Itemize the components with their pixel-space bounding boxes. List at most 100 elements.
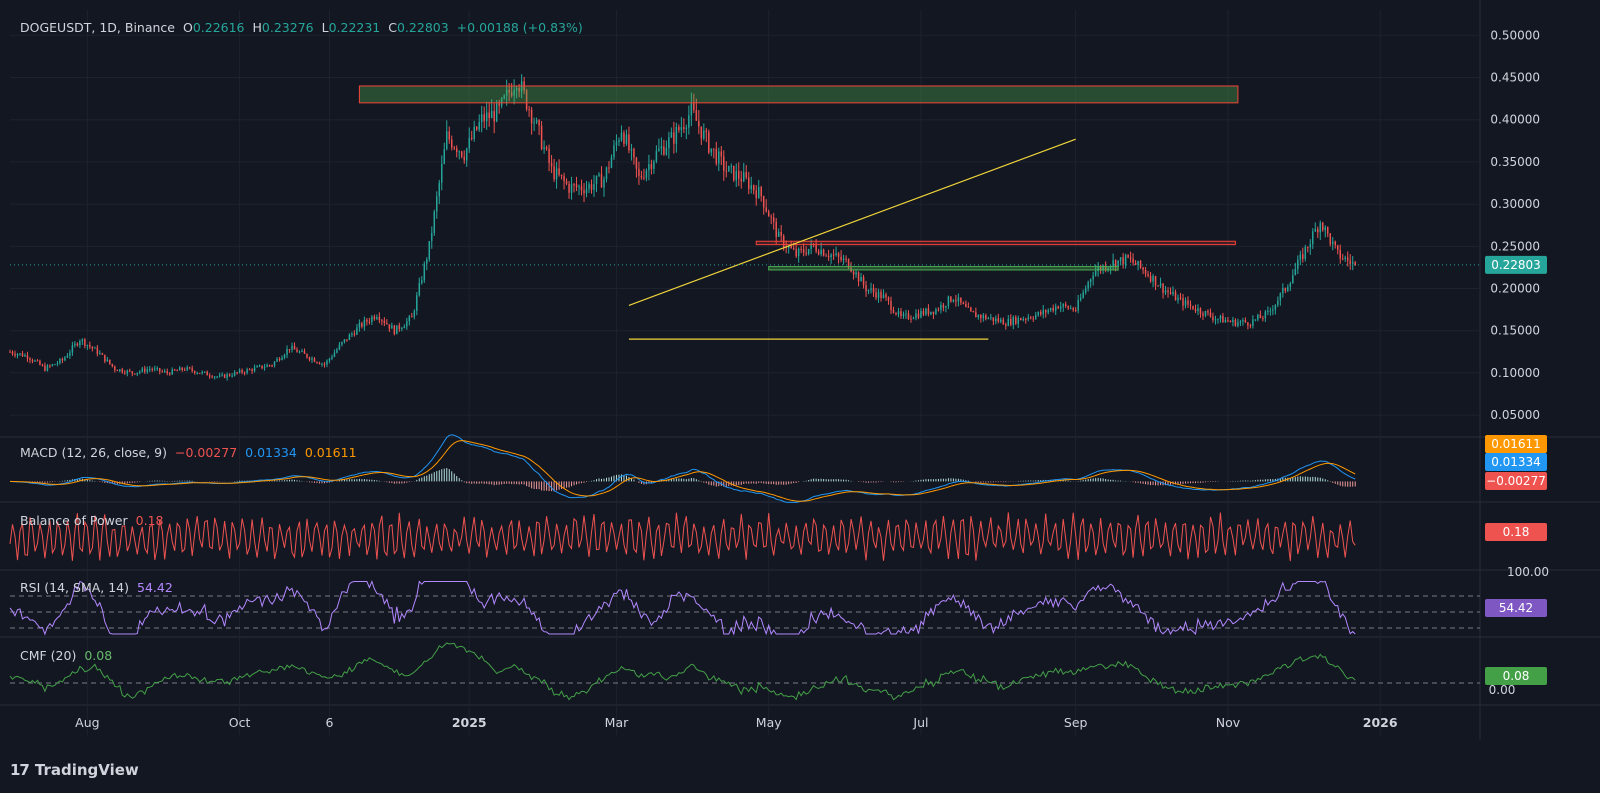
candle-body: [910, 318, 912, 320]
candle-body: [927, 308, 930, 315]
candle-body: [173, 369, 176, 371]
candle-body: [246, 369, 248, 373]
brand-footer[interactable]: 17 TradingView: [10, 761, 139, 779]
candle-body: [558, 168, 560, 175]
rsi-value: 54.42: [137, 580, 173, 595]
macd-legend[interactable]: MACD (12, 26, close, 9) −0.00277 0.01334…: [20, 445, 361, 461]
candle-body: [945, 306, 947, 308]
candle-body: [643, 177, 645, 179]
rsi-line: [9, 580, 1356, 636]
chart-canvas[interactable]: 0.50000 0.45000 0.40000 0.35000 0.30000 0.250…: [0, 0, 1600, 793]
candle-body: [688, 115, 690, 128]
candle-body: [815, 245, 817, 252]
candle-body: [752, 185, 755, 191]
candle-body: [730, 165, 733, 167]
candle-body: [483, 114, 485, 122]
candle-body: [615, 141, 618, 146]
candle-body: [71, 345, 74, 353]
candle-body: [431, 232, 433, 242]
candle-body: [368, 321, 371, 323]
candle-body: [568, 183, 570, 193]
candle-body: [1289, 283, 1292, 287]
candle-body: [1147, 273, 1149, 277]
candle-body: [690, 102, 693, 116]
cmf-legend[interactable]: CMF (20) 0.08: [20, 648, 116, 664]
candle-body: [800, 248, 802, 250]
macd-hist-badge-text: −0.00277: [1486, 474, 1546, 488]
candle-body: [535, 120, 538, 123]
candle-body: [396, 325, 398, 335]
candle-body: [31, 359, 34, 362]
bop-badge-text: 0.18: [1503, 525, 1530, 539]
candle-body: [21, 353, 24, 357]
candle-body: [29, 358, 31, 360]
rsi-legend[interactable]: RSI (14, SMA, 14) 54.42: [20, 580, 177, 596]
candle-body: [995, 318, 997, 322]
candle-body: [371, 316, 373, 322]
candle-body: [403, 326, 406, 329]
candle-body: [51, 364, 54, 366]
candle-body: [1119, 257, 1122, 261]
candle-body: [695, 110, 698, 121]
open-value: 0.22616: [192, 20, 245, 35]
candle-body: [625, 134, 628, 144]
resistance-zone[interactable]: [755, 240, 1236, 246]
candle-body: [1322, 222, 1324, 231]
trendline[interactable]: [628, 138, 1076, 306]
candle-body: [932, 311, 935, 315]
candle-body: [468, 137, 470, 149]
candle-body: [915, 313, 917, 319]
candle-body: [975, 312, 977, 318]
symbol-label[interactable]: DOGEUSDT, 1D, Binance: [20, 20, 175, 35]
candle-body: [543, 147, 545, 150]
bop-legend[interactable]: Balance of Power 0.18: [20, 513, 167, 529]
candle-body: [600, 173, 603, 188]
candle-body: [186, 367, 188, 371]
candle-body: [685, 127, 688, 129]
candle-body: [985, 315, 987, 319]
cmf-badge-text: 0.08: [1503, 669, 1530, 683]
close-value: 0.22803: [396, 20, 449, 35]
candle-body: [747, 177, 750, 190]
candle-body: [613, 145, 615, 158]
candle-body: [663, 146, 665, 155]
candle-body: [306, 353, 308, 358]
candle-body: [96, 347, 99, 354]
candle-body: [56, 363, 59, 365]
candle-body: [1139, 260, 1142, 268]
candle-body: [573, 184, 575, 186]
candle-body: [256, 366, 258, 368]
candle-body: [528, 109, 530, 111]
candle-body: [178, 367, 181, 371]
candle-body: [1079, 297, 1082, 300]
candle-body: [1042, 310, 1044, 315]
candle-body: [341, 341, 343, 345]
candle-body: [790, 246, 792, 249]
resistance-zone[interactable]: [358, 85, 1239, 104]
y-tick-label: 0.40000: [1490, 113, 1540, 127]
candle-body: [386, 323, 388, 325]
candle-body: [700, 126, 703, 139]
candle-body: [530, 109, 533, 124]
candle-body: [862, 277, 865, 286]
candle-body: [967, 306, 970, 308]
candle-body: [331, 356, 333, 359]
candle-body: [318, 362, 321, 365]
support-zone[interactable]: [768, 266, 1119, 271]
candle-body: [1217, 318, 1219, 320]
candle-body: [398, 325, 401, 330]
candle-body: [163, 371, 166, 373]
candle-body: [950, 296, 952, 302]
candle-body: [997, 318, 1000, 322]
candle-body: [765, 207, 767, 212]
candle-body: [1219, 315, 1222, 319]
candle-body: [131, 371, 134, 374]
candle-body: [1067, 306, 1069, 309]
candle-body: [665, 148, 668, 155]
candle-body: [381, 320, 383, 322]
candle-body: [1027, 317, 1030, 320]
candle-body: [703, 130, 705, 139]
x-tick-label: Oct: [229, 715, 251, 730]
candle-body: [86, 344, 89, 346]
candle-body: [780, 231, 782, 236]
